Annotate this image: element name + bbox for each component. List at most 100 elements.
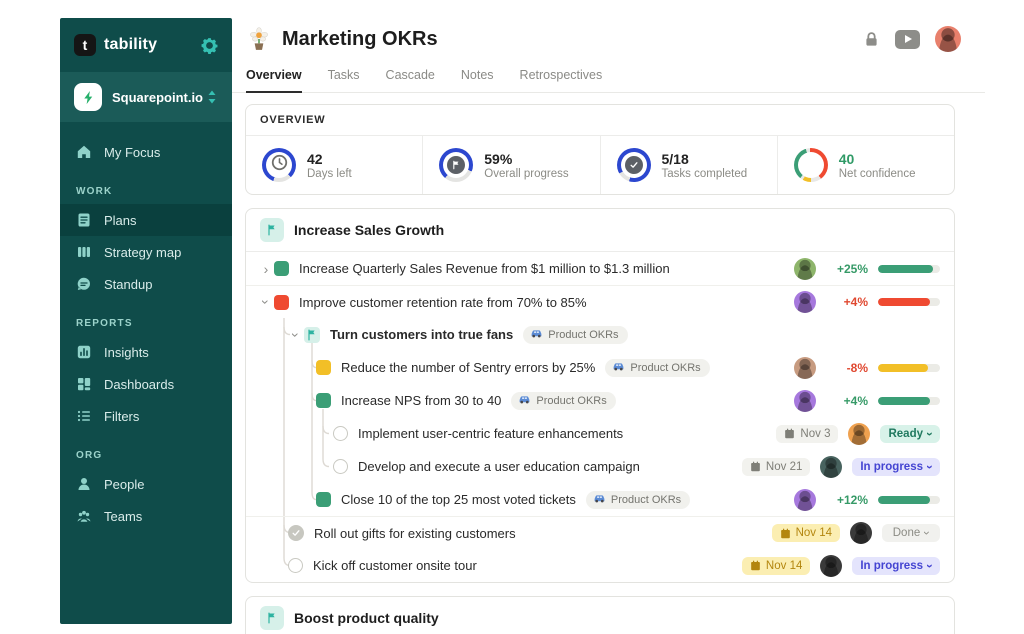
okr-row-title[interactable]: Increase NPS from 30 to 40 bbox=[341, 393, 501, 408]
chevron-down-icon[interactable]: › bbox=[289, 327, 303, 343]
row-right-cluster: -8% bbox=[794, 357, 940, 379]
gear-icon[interactable] bbox=[201, 37, 218, 54]
okr-row-title[interactable]: Roll out gifts for existing customers bbox=[314, 526, 516, 541]
person-icon bbox=[76, 476, 92, 492]
okr-row-title[interactable]: Reduce the number of Sentry errors by 25… bbox=[341, 360, 595, 375]
user-avatar[interactable] bbox=[935, 26, 961, 52]
confidence-square-red[interactable] bbox=[274, 295, 289, 310]
sidebar-item-people[interactable]: People bbox=[60, 468, 232, 500]
okr-row-title[interactable]: Kick off customer onsite tour bbox=[313, 558, 477, 573]
plan-tag[interactable]: Product OKRs bbox=[511, 392, 615, 410]
stat-value: 40 bbox=[839, 150, 916, 168]
okr-row: Develop and execute a user education cam… bbox=[246, 450, 954, 483]
owner-avatar[interactable] bbox=[794, 357, 816, 379]
due-date-label: Nov 14 bbox=[766, 560, 802, 572]
due-date-pill[interactable]: Nov 14 bbox=[742, 557, 810, 575]
plan-tag[interactable]: Product OKRs bbox=[523, 326, 627, 344]
tab-retrospectives[interactable]: Retrospectives bbox=[520, 68, 603, 92]
stat-label: Overall progress bbox=[484, 168, 568, 180]
task-circle-icon[interactable] bbox=[333, 426, 348, 441]
progress-bar bbox=[878, 298, 940, 306]
sidebar-item-filters[interactable]: Filters bbox=[60, 400, 232, 432]
sidebar-item-insights[interactable]: Insights bbox=[60, 336, 232, 368]
plan-tag-label: Product OKRs bbox=[630, 362, 700, 374]
progress-bar-fill bbox=[878, 496, 930, 504]
task-circle-icon[interactable] bbox=[288, 558, 303, 573]
plan-tag-label: Product OKRs bbox=[548, 329, 618, 341]
calendar-icon bbox=[780, 528, 791, 539]
okr-row-title[interactable]: Turn customers into true fans bbox=[330, 327, 513, 342]
sidebar-item-label: Dashboards bbox=[104, 377, 174, 392]
due-date-pill[interactable]: Nov 21 bbox=[742, 458, 810, 476]
owner-avatar[interactable] bbox=[794, 291, 816, 313]
row-right-cluster: Nov 21 In progress› bbox=[742, 456, 940, 478]
row-right-cluster: Nov 14 In progress› bbox=[742, 555, 940, 577]
sidebar-item-label: Standup bbox=[104, 277, 152, 292]
tab-tasks[interactable]: Tasks bbox=[328, 68, 360, 92]
tab-notes[interactable]: Notes bbox=[461, 68, 494, 92]
sidebar-item-label: Insights bbox=[104, 345, 149, 360]
sidebar-item-teams[interactable]: Teams bbox=[60, 500, 232, 532]
sidebar: t tability Squarepoint.io My FocusWORKPl… bbox=[60, 18, 232, 624]
plan-tag[interactable]: Product OKRs bbox=[586, 491, 690, 509]
overview-label: OVERVIEW bbox=[260, 114, 326, 126]
status-label: In progress bbox=[860, 461, 923, 473]
status-dropdown[interactable]: Ready› bbox=[880, 425, 940, 443]
chevron-down-icon: › bbox=[924, 432, 936, 436]
confidence-ring bbox=[794, 148, 828, 182]
workspace-selector[interactable]: Squarepoint.io bbox=[60, 72, 232, 122]
due-date-pill[interactable]: Nov 3 bbox=[776, 425, 838, 443]
sidebar-item-dashboards[interactable]: Dashboards bbox=[60, 368, 232, 400]
owner-avatar[interactable] bbox=[820, 555, 842, 577]
chevron-down-icon[interactable]: › bbox=[259, 294, 273, 310]
confidence-square-green[interactable] bbox=[274, 261, 289, 276]
stat-value: 42 bbox=[307, 150, 352, 168]
okr-row: Increase NPS from 30 to 40 Product OKRs +4… bbox=[246, 384, 954, 417]
flag-icon bbox=[447, 156, 465, 174]
section-title: Boost product quality bbox=[294, 610, 439, 626]
confidence-square-yellow[interactable] bbox=[316, 360, 331, 375]
overview-stat-overall-progress: 59%Overall progress bbox=[422, 136, 599, 194]
sidebar-item-strategy-map[interactable]: Strategy map bbox=[60, 236, 232, 268]
okr-row: Close 10 of the top 25 most voted ticket… bbox=[246, 483, 954, 516]
sidebar-item-plans[interactable]: Plans bbox=[60, 204, 232, 236]
okr-row-title[interactable]: Implement user-centric feature enhanceme… bbox=[358, 426, 623, 441]
okr-row-title[interactable]: Improve customer retention rate from 70%… bbox=[299, 295, 587, 310]
okr-row: Kick off customer onsite tour Nov 14 In pr… bbox=[246, 549, 954, 582]
workspace-swap-icon[interactable] bbox=[206, 90, 218, 104]
video-icon[interactable] bbox=[895, 30, 920, 49]
overview-stat-net-confidence: 40Net confidence bbox=[777, 136, 954, 194]
progress-bar-fill bbox=[878, 298, 930, 306]
tab-overview[interactable]: Overview bbox=[246, 68, 302, 93]
car-icon bbox=[593, 493, 606, 506]
owner-avatar[interactable] bbox=[794, 489, 816, 511]
lock-icon[interactable] bbox=[863, 31, 880, 48]
due-date-pill[interactable]: Nov 14 bbox=[772, 524, 840, 542]
owner-avatar[interactable] bbox=[820, 456, 842, 478]
owner-avatar[interactable] bbox=[850, 522, 872, 544]
owner-avatar[interactable] bbox=[794, 258, 816, 280]
sidebar-item-standup[interactable]: Standup bbox=[60, 268, 232, 300]
plan-tag[interactable]: Product OKRs bbox=[605, 359, 709, 377]
overview-stat-days-left: 42Days left bbox=[246, 136, 422, 194]
status-dropdown[interactable]: Done› bbox=[882, 524, 940, 542]
okr-row-title[interactable]: Close 10 of the top 25 most voted ticket… bbox=[341, 492, 576, 507]
owner-avatar[interactable] bbox=[794, 390, 816, 412]
sidebar-section-title: REPORTS bbox=[60, 300, 232, 336]
chevron-right-icon[interactable]: › bbox=[258, 262, 274, 276]
okr-row-title[interactable]: Develop and execute a user education cam… bbox=[358, 459, 640, 474]
task-done-check-icon[interactable] bbox=[288, 525, 304, 541]
sidebar-item-my-focus[interactable]: My Focus bbox=[60, 136, 232, 168]
tab-cascade[interactable]: Cascade bbox=[386, 68, 435, 92]
okr-row: Roll out gifts for existing customers Nov… bbox=[246, 516, 954, 549]
confidence-square-green[interactable] bbox=[316, 393, 331, 408]
task-circle-icon[interactable] bbox=[333, 459, 348, 474]
progress-bar-fill bbox=[878, 364, 928, 372]
calendar-icon bbox=[750, 461, 761, 472]
status-dropdown[interactable]: In progress› bbox=[852, 557, 940, 575]
okr-row-title[interactable]: Increase Quarterly Sales Revenue from $1… bbox=[299, 261, 670, 276]
progress-delta: +4% bbox=[826, 394, 868, 408]
confidence-square-green[interactable] bbox=[316, 492, 331, 507]
owner-avatar[interactable] bbox=[848, 423, 870, 445]
status-dropdown[interactable]: In progress› bbox=[852, 458, 940, 476]
